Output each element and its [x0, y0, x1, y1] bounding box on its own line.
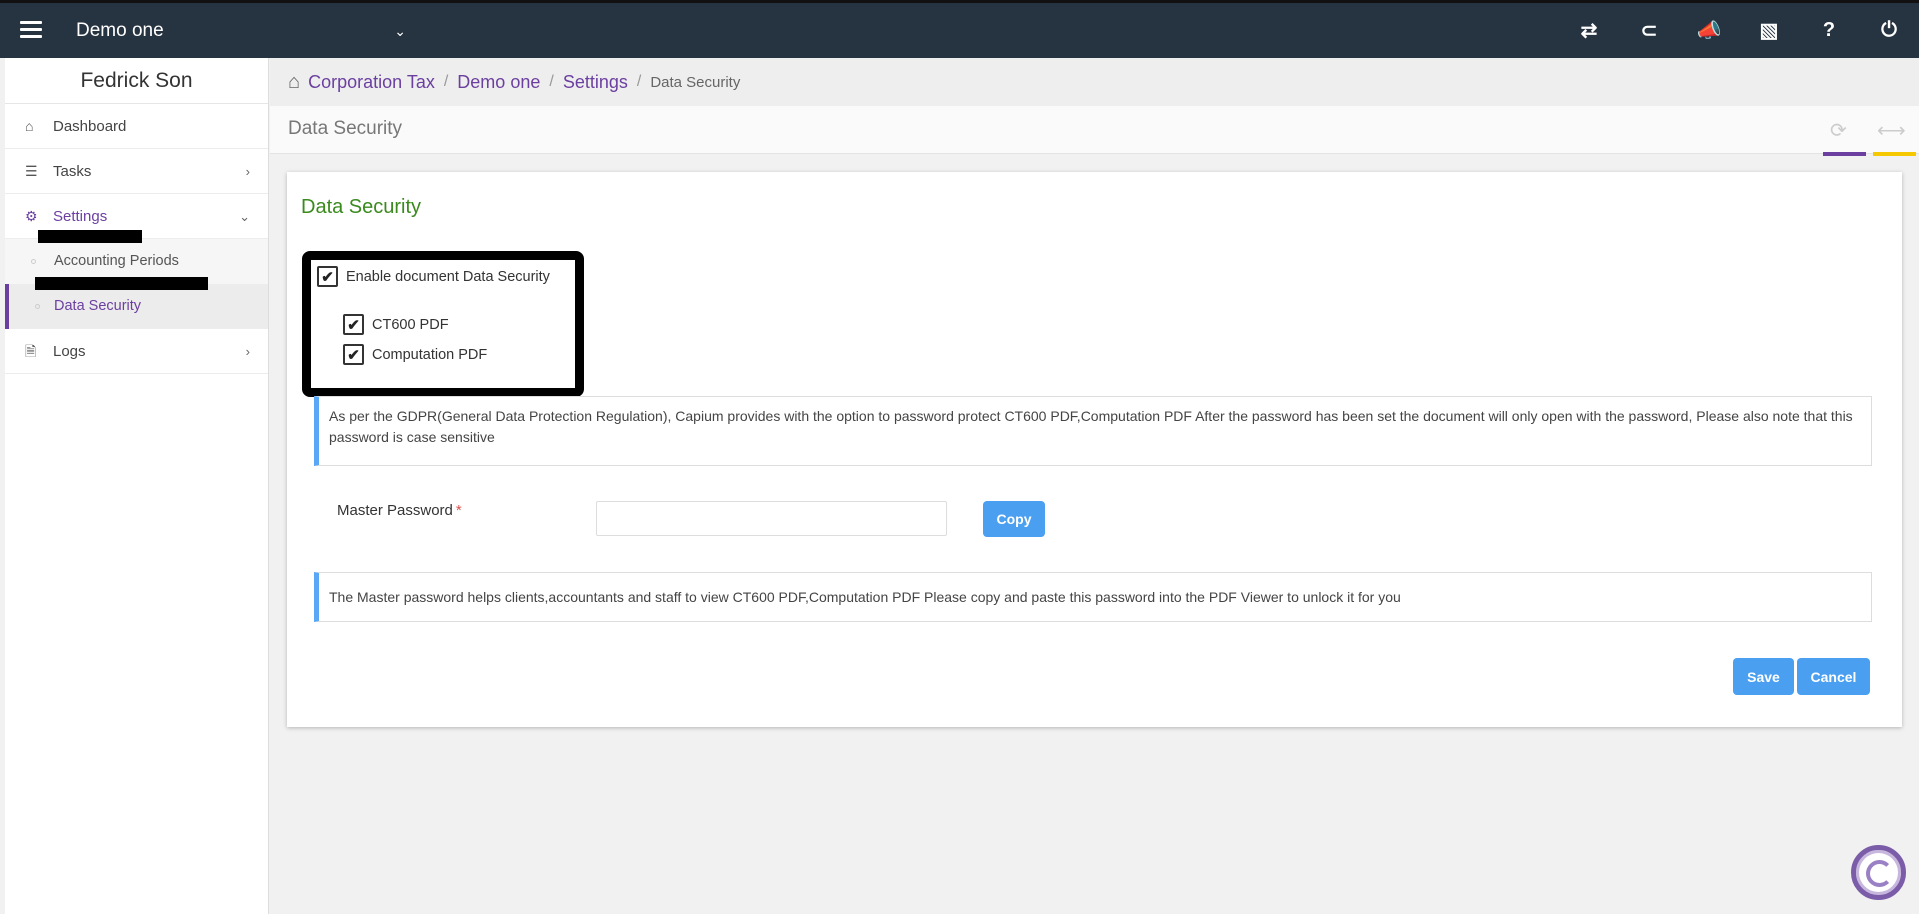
- gdpr-info-box: As per the GDPR(General Data Protection …: [314, 396, 1872, 466]
- bullet-icon: [31, 259, 36, 264]
- ticket-icon[interactable]: ▧: [1739, 3, 1799, 58]
- help-icon[interactable]: ?: [1799, 3, 1859, 58]
- enable-data-security-checkbox[interactable]: ✔ Enable document Data Security: [317, 266, 550, 287]
- expand-icon[interactable]: ⟷: [1877, 118, 1906, 143]
- header-accent-bar: [1823, 152, 1866, 156]
- breadcrumb-demo-one[interactable]: Demo one: [457, 72, 540, 93]
- redaction-bar: [38, 230, 142, 243]
- copy-button[interactable]: Copy: [983, 501, 1045, 537]
- sidebar-item-logs[interactable]: 🗎 Logs ›: [5, 329, 268, 374]
- breadcrumb-settings[interactable]: Settings: [563, 72, 628, 93]
- tasks-icon: ☰: [25, 163, 38, 179]
- breadcrumb-corporation-tax[interactable]: Corporation Tax: [308, 72, 435, 93]
- page-title: Data Security: [288, 118, 403, 139]
- sidebar-item-tasks[interactable]: ☰ Tasks ›: [5, 149, 268, 194]
- chevron-down-icon: ⌄: [239, 209, 250, 224]
- checkbox-checked-icon: ✔: [317, 266, 338, 287]
- breadcrumb-separator: /: [636, 73, 642, 90]
- checkbox-checked-icon: ✔: [343, 314, 364, 335]
- breadcrumb-current: Data Security: [650, 73, 741, 91]
- page-header: Data Security ⟳ ⟷: [270, 106, 1919, 156]
- home-icon[interactable]: ⌂: [288, 71, 300, 94]
- user-name: Fedrick Son: [5, 58, 268, 104]
- capium-icon[interactable]: ⊂: [1619, 3, 1679, 58]
- breadcrumb: ⌂ Corporation Tax / Demo one / Settings …: [270, 58, 1919, 106]
- sidebar-item-label: Logs: [53, 343, 86, 360]
- cancel-button[interactable]: Cancel: [1797, 658, 1870, 695]
- breadcrumb-separator: /: [443, 73, 449, 90]
- hamburger-menu-icon[interactable]: [20, 21, 42, 39]
- chevron-right-icon: ›: [245, 164, 250, 179]
- master-password-label-text: Master Password: [337, 502, 453, 519]
- file-icon: 🗎: [25, 343, 37, 359]
- card-title: Data Security: [301, 196, 422, 218]
- sidebar-subitem-data-security[interactable]: Data Security: [5, 284, 268, 329]
- data-security-card: Data Security ✔ Enable document Data Sec…: [287, 172, 1902, 727]
- gear-icon: ⚙: [25, 208, 38, 224]
- chevron-down-icon: ⌄: [394, 23, 406, 39]
- bullet-icon: [35, 304, 40, 309]
- company-dropdown[interactable]: Demo one ⌄: [76, 16, 406, 46]
- capium-chat-icon[interactable]: [1851, 845, 1906, 900]
- highlight-box: ✔ Enable document Data Security ✔ CT600 …: [302, 251, 584, 397]
- required-marker: *: [455, 502, 462, 519]
- save-button[interactable]: Save: [1733, 658, 1794, 695]
- sidebar-item-label: Settings: [53, 208, 108, 225]
- breadcrumb-separator: /: [549, 73, 554, 90]
- chevron-right-icon: ›: [245, 344, 250, 359]
- sidebar-item-label: Tasks: [53, 163, 92, 180]
- sidebar-item-label: Dashboard: [53, 118, 127, 135]
- home-icon: ⌂: [25, 118, 34, 134]
- master-password-info-box: The Master password helps clients,accoun…: [314, 572, 1872, 622]
- master-password-input[interactable]: [596, 501, 947, 536]
- checkbox-checked-icon: ✔: [343, 344, 364, 365]
- switch-icon[interactable]: ⇄: [1559, 3, 1619, 58]
- sidebar: Fedrick Son ⌂ Dashboard ☰ Tasks › ⚙ Sett…: [5, 58, 269, 914]
- top-navbar: Demo one ⌄ ⇄ ⊂ 📣 ▧ ? ⏻: [0, 0, 1919, 58]
- company-name: Demo one: [76, 20, 164, 41]
- redaction-bar: [35, 277, 208, 290]
- master-password-label: Master Password *: [337, 502, 462, 519]
- power-icon[interactable]: ⏻: [1859, 3, 1919, 58]
- ct600-pdf-checkbox[interactable]: ✔ CT600 PDF: [343, 314, 449, 335]
- header-accent-bar: [1873, 152, 1916, 156]
- refresh-icon[interactable]: ⟳: [1830, 118, 1847, 143]
- checkbox-label: Enable document Data Security: [346, 268, 550, 285]
- sidebar-item-dashboard[interactable]: ⌂ Dashboard: [5, 104, 268, 149]
- megaphone-icon[interactable]: 📣: [1679, 3, 1739, 58]
- sidebar-item-label: Data Security: [54, 298, 142, 314]
- sidebar-item-label: Accounting Periods: [54, 253, 179, 269]
- checkbox-label: Computation PDF: [372, 346, 488, 363]
- checkbox-label: CT600 PDF: [372, 316, 449, 333]
- computation-pdf-checkbox[interactable]: ✔ Computation PDF: [343, 344, 487, 365]
